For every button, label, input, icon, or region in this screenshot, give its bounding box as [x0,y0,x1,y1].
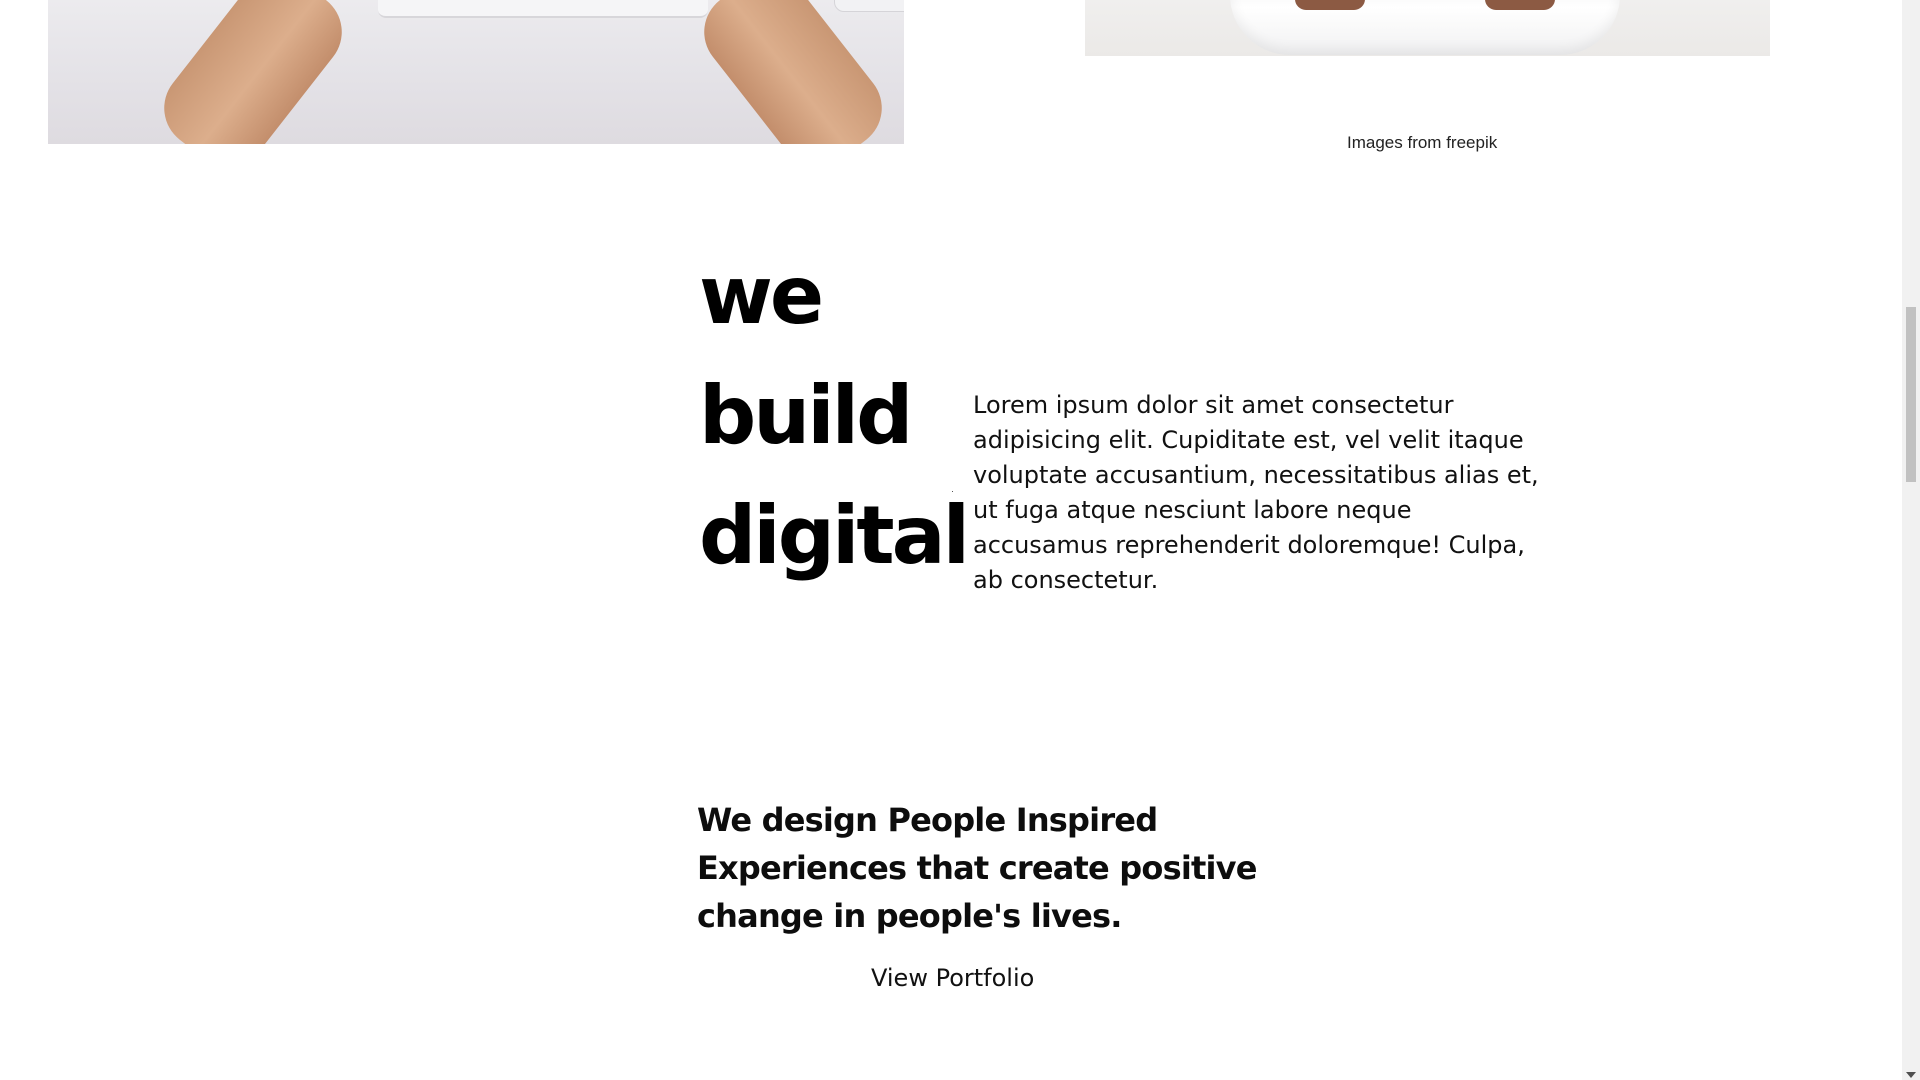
hand-shape-left [1295,0,1365,10]
tagline-heading: We design People Inspired Experiences th… [697,801,1257,935]
shirt-shape [1230,0,1620,55]
vertical-scrollbar[interactable] [1902,0,1920,1080]
hand-shape-right [1485,0,1555,10]
view-portfolio-link[interactable]: View Portfolio [871,964,1034,992]
scroll-down-arrow-icon[interactable] [1906,1072,1916,1078]
laptop-shape [378,0,708,18]
phone-shape [834,0,904,12]
left-arm-shape [148,0,358,144]
scrollbar-thumb[interactable] [1906,307,1916,482]
right-arm-shape [688,0,898,144]
hero-word-digital: digital [699,489,970,582]
hero-word-build: build [699,369,913,462]
image-credit: Images from freepik [1347,133,1498,152]
photo-person-shirt [1085,0,1770,56]
hero-word-we: we [699,249,824,342]
intro-paragraph: Lorem ipsum dolor sit amet consectetur a… [973,391,1539,594]
decorative-dot [952,491,953,492]
photo-hands-laptop [48,0,904,144]
page-viewport: Images from freepik we build digital Lor… [0,0,1902,1080]
